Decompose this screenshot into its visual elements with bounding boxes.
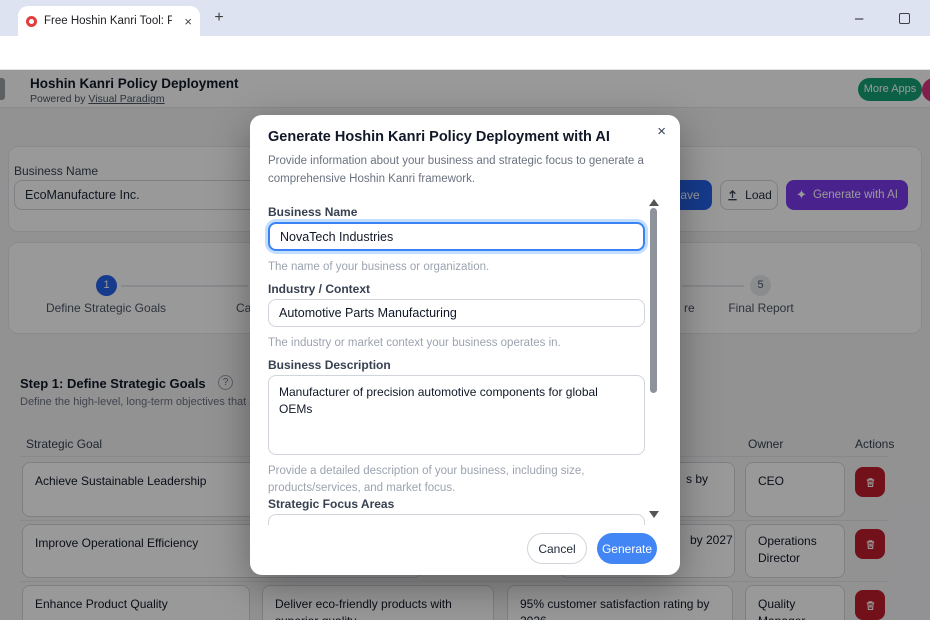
- modal-description-textarea[interactable]: Manufacturer of precision automotive com…: [268, 375, 645, 455]
- window-maximize-button[interactable]: [899, 13, 910, 24]
- modal-focus-areas-input[interactable]: [268, 514, 645, 525]
- modal-title: Generate Hoshin Kanri Policy Deployment …: [268, 129, 610, 145]
- scrollbar-down-arrow[interactable]: [649, 511, 659, 518]
- modal-business-name-label: Business Name: [268, 205, 357, 219]
- site-favicon-icon: [26, 16, 37, 27]
- modal-business-name-input[interactable]: [268, 222, 645, 251]
- tab-close-icon[interactable]: ×: [184, 14, 192, 29]
- browser-toolbar: → ↻ ai-toolbox.visual-paradigm.com/app/h…: [0, 36, 930, 70]
- cancel-button[interactable]: Cancel: [527, 533, 587, 564]
- modal-description-helper: Provide a detailed description of your b…: [268, 463, 603, 496]
- modal-description-text: Manufacturer of precision automotive com…: [279, 385, 598, 416]
- tab-title: Free Hoshin Kanri Tool: Plan &: [44, 15, 172, 27]
- modal-scroll-body: Business Name The name of your business …: [250, 195, 668, 525]
- modal-industry-input[interactable]: [268, 299, 645, 327]
- modal-business-name-helper: The name of your business or organizatio…: [268, 259, 489, 276]
- browser-tab-strip: Free Hoshin Kanri Tool: Plan & × + –: [0, 0, 930, 36]
- new-tab-button[interactable]: +: [208, 8, 230, 30]
- modal-subtitle: Provide information about your business …: [268, 153, 648, 189]
- browser-tab[interactable]: Free Hoshin Kanri Tool: Plan & ×: [18, 6, 200, 36]
- modal-industry-label: Industry / Context: [268, 282, 370, 296]
- generate-button[interactable]: Generate: [597, 533, 657, 564]
- modal-industry-helper: The industry or market context your busi…: [268, 335, 561, 352]
- modal-close-icon[interactable]: ×: [657, 123, 666, 140]
- generate-ai-modal: Generate Hoshin Kanri Policy Deployment …: [250, 115, 680, 575]
- scrollbar-thumb[interactable]: [650, 208, 657, 393]
- modal-focus-areas-label: Strategic Focus Areas: [268, 497, 394, 511]
- modal-description-label: Business Description: [268, 358, 391, 372]
- screen: Free Hoshin Kanri Tool: Plan & × + – → ↻…: [0, 0, 930, 620]
- scrollbar-up-arrow[interactable]: [649, 199, 659, 206]
- window-minimize-button[interactable]: –: [855, 10, 863, 27]
